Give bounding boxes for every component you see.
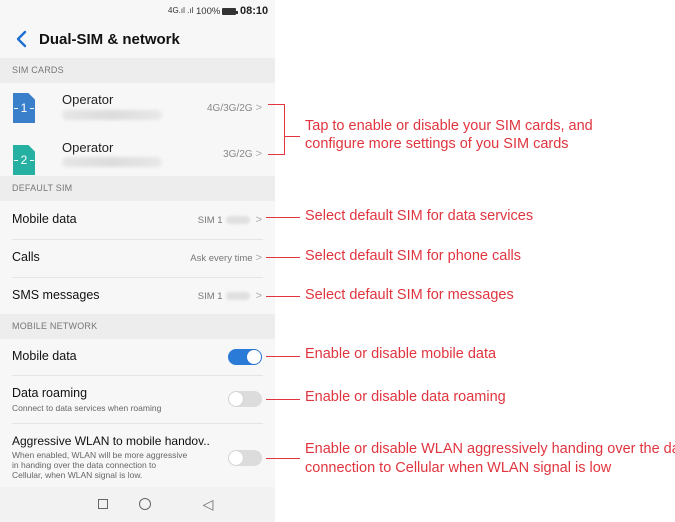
signal-icon: 4G.ıl .ıl bbox=[168, 6, 194, 15]
section-header-mobile-network: MOBILE NETWORK bbox=[0, 314, 275, 339]
mobile-data-toggle[interactable] bbox=[228, 349, 262, 365]
sim-slot-number: 2 bbox=[20, 153, 28, 167]
sim-slot-number: 1 bbox=[20, 101, 28, 115]
default-sim-sms-row[interactable]: SMS messages SIM 1 > bbox=[0, 278, 275, 314]
battery-icon bbox=[222, 8, 238, 15]
chevron-right-icon: > bbox=[255, 252, 262, 264]
row-label: Data roaming bbox=[12, 386, 88, 400]
chevron-right-icon: > bbox=[255, 148, 262, 160]
battery-percent: 100% bbox=[196, 6, 221, 17]
callout-wlan-line: Enable or disable WLAN aggressively hand… bbox=[305, 441, 675, 457]
callout-messages: Select default SIM for messages bbox=[305, 287, 514, 303]
callout-leader bbox=[268, 154, 284, 155]
chevron-right-icon: > bbox=[255, 290, 262, 302]
callout-leader bbox=[268, 104, 284, 105]
row-value: SIM 1 > bbox=[197, 214, 262, 226]
sim-operator-name: Operator bbox=[62, 140, 114, 155]
aggressive-wlan-row: Aggressive WLAN to mobile handov.. When … bbox=[0, 424, 275, 487]
callout-wlan-line: connection to Cellular when WLAN signal … bbox=[305, 460, 612, 476]
row-value: Ask every time > bbox=[190, 252, 262, 264]
data-roaming-toggle[interactable] bbox=[228, 391, 262, 407]
default-sim-calls-row[interactable]: Calls Ask every time > bbox=[0, 240, 275, 277]
row-label: Mobile data bbox=[12, 349, 77, 363]
row-label: Calls bbox=[12, 250, 40, 264]
callout-leader bbox=[266, 399, 300, 400]
triangle-back-icon: ◁ bbox=[202, 496, 214, 512]
callout-mobile-data: Enable or disable mobile data bbox=[305, 346, 497, 362]
circle-icon bbox=[139, 498, 151, 510]
row-sublabel-line: in handing over the data connection to bbox=[12, 460, 157, 470]
page-title: Dual-SIM & network bbox=[39, 31, 180, 48]
callout-leader bbox=[266, 458, 300, 459]
row-sublabel-line: Cellular, when WLAN signal is low. bbox=[12, 470, 143, 480]
status-bar: 4G.ıl .ıl 100% 08:10 bbox=[0, 0, 275, 22]
row-sublabel-line: When enabled, WLAN will be more aggressi… bbox=[12, 450, 188, 460]
sim-network-type: 4G/3G/2G > bbox=[206, 102, 262, 114]
row-label: SMS messages bbox=[12, 288, 100, 302]
callout-data-roaming: Enable or disable data roaming bbox=[305, 389, 506, 405]
square-icon bbox=[98, 499, 108, 509]
sim-card-icon: 1 bbox=[13, 93, 35, 123]
row-sublabel: Connect to data services when roaming bbox=[12, 403, 162, 413]
mobile-data-toggle-row: Mobile data bbox=[0, 339, 275, 375]
status-time: 08:10 bbox=[240, 5, 269, 17]
row-label: Mobile data bbox=[12, 212, 77, 226]
section-header-default-sim: DEFAULT SIM bbox=[0, 176, 275, 201]
sim-operator-name: Operator bbox=[62, 92, 114, 107]
back-button[interactable] bbox=[12, 29, 32, 49]
chevron-left-icon bbox=[16, 30, 27, 48]
callout-phone-calls: Select default SIM for phone calls bbox=[305, 248, 522, 264]
callout-sim-cards-line: configure more settings of you SIM cards bbox=[305, 136, 569, 152]
callout-data-services: Select default SIM for data services bbox=[305, 208, 534, 224]
sim-card-icon: 2 bbox=[13, 145, 35, 175]
phone-screen: 4G.ıl .ıl 100% 08:10 Dual-SIM & network … bbox=[0, 0, 275, 522]
callout-leader bbox=[284, 104, 285, 155]
callout-sim-cards-line: Tap to enable or disable your SIM cards,… bbox=[305, 118, 593, 134]
title-bar: Dual-SIM & network bbox=[0, 22, 275, 58]
sim-card-row-1[interactable]: 1 Operator 4G/3G/2G > bbox=[0, 83, 275, 136]
chevron-right-icon: > bbox=[255, 102, 262, 114]
default-sim-mobile-data-row[interactable]: Mobile data SIM 1 > bbox=[0, 201, 275, 239]
row-label: Aggressive WLAN to mobile handov.. bbox=[12, 434, 210, 448]
callout-leader bbox=[266, 257, 300, 258]
row-value: SIM 1 > bbox=[197, 290, 262, 302]
callout-leader bbox=[266, 356, 300, 357]
chevron-right-icon: > bbox=[255, 214, 262, 226]
sim-number-redacted bbox=[62, 157, 162, 167]
section-header-sim-cards: SIM CARDS bbox=[0, 58, 275, 83]
sim-network-type: 3G/2G > bbox=[223, 148, 262, 160]
navigation-bar: ◁ bbox=[0, 487, 275, 522]
sim-number-redacted bbox=[62, 110, 162, 120]
home-button[interactable] bbox=[137, 496, 153, 512]
nav-back-button[interactable]: ◁ bbox=[200, 496, 216, 512]
callout-leader bbox=[266, 217, 300, 218]
aggressive-wlan-toggle[interactable] bbox=[228, 450, 262, 466]
callout-leader bbox=[266, 296, 300, 297]
callout-leader bbox=[284, 136, 300, 137]
recent-apps-button[interactable] bbox=[95, 496, 111, 512]
data-roaming-row: Data roaming Connect to data services wh… bbox=[0, 376, 275, 422]
